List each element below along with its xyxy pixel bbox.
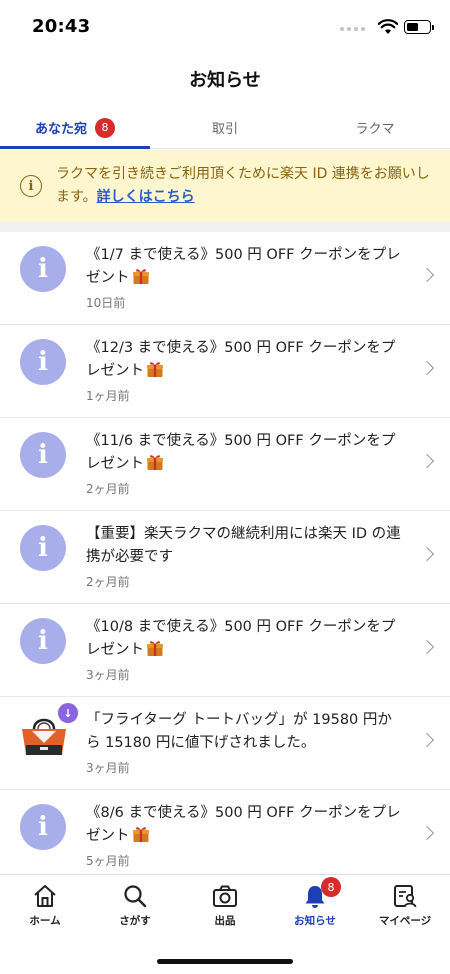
price-down-icon: ↓ (58, 703, 78, 723)
notification-time: 10日前 (86, 296, 126, 310)
home-icon (34, 885, 56, 907)
list-item[interactable]: i 《8/6 まで使える》500 円 OFF クーポンをプレゼント 5ヶ月前 (0, 790, 450, 883)
notification-list: i 《1/7 まで使える》500 円 OFF クーポンをプレゼント 10日前 i… (0, 232, 450, 883)
gift-icon (147, 362, 163, 377)
chevron-right-icon (419, 546, 435, 562)
profile-icon (394, 885, 417, 908)
nav-label: マイページ (378, 915, 432, 927)
tab-for-you[interactable]: あなた宛 8 (0, 107, 150, 149)
info-icon: i (20, 175, 42, 197)
nav-sell[interactable]: 出品 (180, 875, 270, 939)
bottom-navigation: ホーム さがす 出品 8 お知らせ マイページ (0, 874, 450, 974)
list-item[interactable]: i 《1/7 まで使える》500 円 OFF クーポンをプレゼント 10日前 (0, 232, 450, 325)
list-item[interactable]: i 《12/3 まで使える》500 円 OFF クーポンをプレゼント 1ヶ月前 (0, 325, 450, 418)
section-divider (0, 222, 450, 232)
notification-time: 2ヶ月前 (86, 482, 130, 496)
nav-label: さがす (119, 915, 151, 927)
notification-time: 1ヶ月前 (86, 389, 130, 403)
info-icon: i (20, 339, 66, 385)
search-icon (124, 885, 147, 908)
details-link[interactable]: 詳しくはこちら (97, 189, 195, 205)
chevron-right-icon (419, 825, 435, 841)
banner-text: ラクマを引き続きご利用頂くために楽天 ID 連携をお願いします。詳しくはこちら (56, 163, 434, 209)
status-bar: 20:43 (0, 0, 450, 54)
chevron-right-icon (419, 453, 435, 469)
notification-time: 2ヶ月前 (86, 575, 130, 589)
notification-text: 《10/8 まで使える》500 円 OFF クーポンをプレゼント (86, 619, 396, 658)
notification-count-badge: 8 (321, 877, 341, 897)
tab-bar: あなた宛 8 取引 ラクマ (0, 107, 450, 149)
info-icon: i (20, 246, 66, 292)
notification-time: 3ヶ月前 (86, 761, 130, 775)
nav-label: ホーム (29, 915, 61, 927)
notification-time: 5ヶ月前 (86, 854, 130, 868)
tab-unread-badge: 8 (95, 117, 115, 138)
list-item[interactable]: ↓ 「フライターグ トートバッグ」が 19580 円から 15180 円に値下げ… (0, 697, 450, 790)
notification-text: 《8/6 まで使える》500 円 OFF クーポンをプレゼント (86, 805, 401, 844)
tab-transactions[interactable]: 取引 (150, 107, 300, 148)
tab-label: あなた宛 (34, 122, 87, 137)
status-time: 20:43 (32, 16, 91, 37)
notification-time: 3ヶ月前 (86, 668, 130, 682)
notification-text: 《12/3 まで使える》500 円 OFF クーポンをプレゼント (86, 340, 396, 379)
list-item[interactable]: i 《11/6 まで使える》500 円 OFF クーポンをプレゼント 2ヶ月前 (0, 418, 450, 511)
tab-rakuma[interactable]: ラクマ (300, 107, 450, 148)
gift-icon (132, 827, 149, 842)
battery-icon (404, 20, 434, 34)
chevron-right-icon (419, 360, 435, 376)
notification-text: 《11/6 まで使える》500 円 OFF クーポンをプレゼント (86, 433, 396, 472)
page-title: お知らせ (189, 70, 261, 91)
cellular-signal-icon (340, 27, 365, 31)
gift-icon (132, 269, 149, 284)
tab-label: 取引 (211, 122, 238, 137)
info-icon: i (20, 525, 66, 571)
home-indicator[interactable] (157, 959, 293, 964)
id-link-banner: i ラクマを引き続きご利用頂くために楽天 ID 連携をお願いします。詳しくはこち… (0, 150, 450, 222)
camera-icon (213, 885, 237, 907)
gift-icon (147, 455, 163, 470)
chevron-right-icon (419, 732, 435, 748)
notification-text: 「フライターグ トートバッグ」が 19580 円から 15180 円に値下げされ… (86, 712, 392, 751)
wifi-icon (378, 19, 398, 34)
nav-home[interactable]: ホーム (0, 875, 90, 939)
notification-text: 《1/7 まで使える》500 円 OFF クーポンをプレゼント (86, 247, 401, 286)
notification-text: 【重要】楽天ラクマの継続利用には楽天 ID の連携が必要です (86, 526, 401, 565)
nav-mypage[interactable]: マイページ (360, 875, 450, 939)
nav-label: 出品 (214, 915, 236, 927)
info-icon: i (20, 804, 66, 850)
gift-icon (147, 641, 163, 656)
chevron-right-icon (419, 639, 435, 655)
nav-search[interactable]: さがす (90, 875, 180, 939)
info-icon: i (20, 432, 66, 478)
info-icon: i (20, 618, 66, 664)
list-item[interactable]: i 【重要】楽天ラクマの継続利用には楽天 ID の連携が必要です 2ヶ月前 (0, 511, 450, 604)
list-item[interactable]: i 《10/8 まで使える》500 円 OFF クーポンをプレゼント 3ヶ月前 (0, 604, 450, 697)
nav-notifications[interactable]: 8 お知らせ (270, 875, 360, 939)
chevron-right-icon (419, 267, 435, 283)
nav-label: お知らせ (294, 915, 336, 927)
tab-label: ラクマ (355, 122, 395, 137)
